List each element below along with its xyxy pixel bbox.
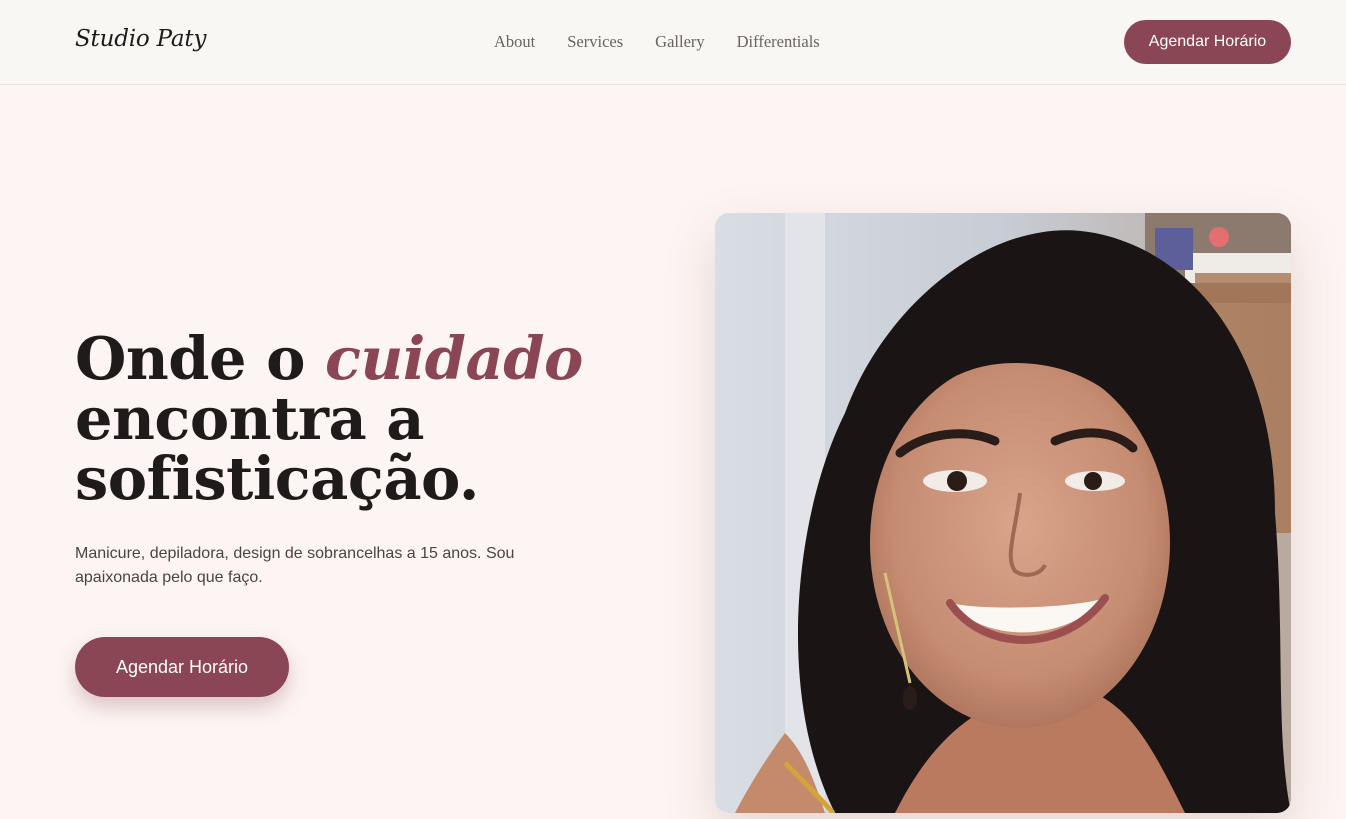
nav-link-services[interactable]: Services: [567, 32, 623, 52]
hero-title: Onde o cuidado encontra a sofisticação.: [75, 329, 583, 509]
hero-title-part1: Onde o: [75, 324, 326, 393]
hero-subtitle: Manicure, depiladora, design de sobrance…: [75, 545, 515, 586]
hero-schedule-button[interactable]: Agendar Horário: [75, 637, 289, 697]
portrait-illustration: [715, 213, 1291, 813]
top-navbar: Studio Paty About Services Gallery Diffe…: [0, 0, 1346, 85]
nav-schedule-button[interactable]: Agendar Horário: [1124, 20, 1291, 64]
hero-title-accent: cuidado: [325, 324, 583, 393]
hero-title-part2: encontra a: [75, 384, 424, 453]
nav-link-about[interactable]: About: [494, 32, 535, 52]
hero-title-part3: sofisticação.: [75, 444, 479, 513]
profile-photo: [715, 213, 1291, 813]
main-menu: About Services Gallery Differentials: [494, 32, 820, 52]
nav-link-gallery[interactable]: Gallery: [655, 32, 704, 52]
brand-logo[interactable]: Studio Paty: [75, 26, 206, 52]
nav-link-differentials[interactable]: Differentials: [737, 32, 820, 52]
